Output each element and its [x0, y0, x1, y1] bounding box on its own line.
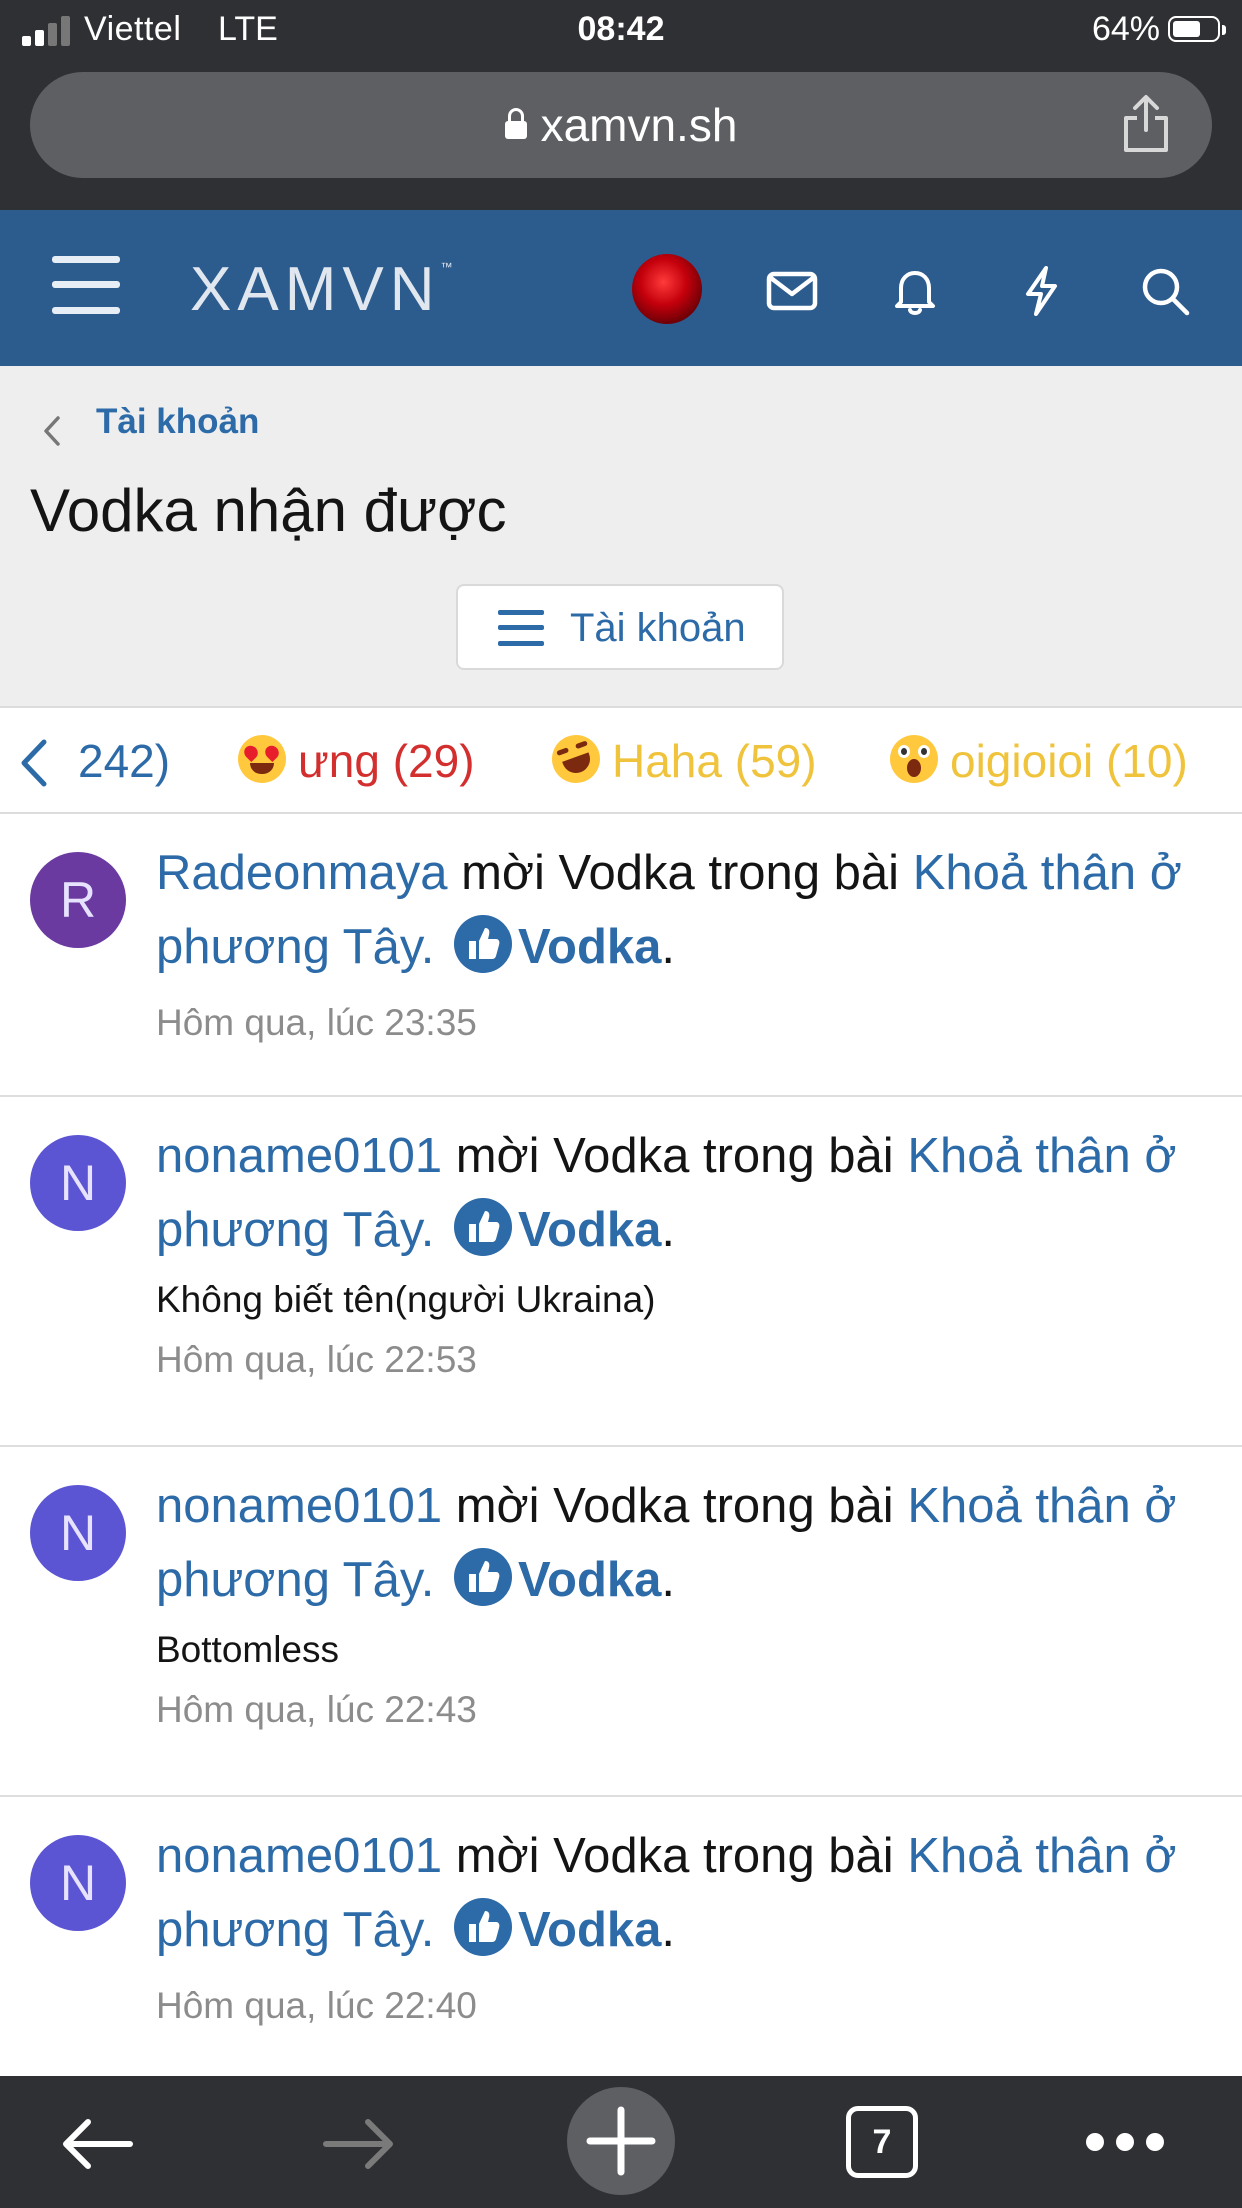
- reactor-name[interactable]: Vodka: [518, 1203, 661, 1257]
- alert-snippet: Bottomless: [156, 1629, 340, 1670]
- user-link[interactable]: noname0101: [156, 1479, 442, 1533]
- alert-time: Hôm qua, lúc 22:40: [156, 1985, 477, 2026]
- new-tab-plus-icon[interactable]: [566, 2086, 676, 2196]
- page-header: Tài khoản Vodka nhận được Tài khoản: [0, 366, 1242, 706]
- alert-time: Hôm qua, lúc 22:43: [156, 1689, 477, 1730]
- share-icon[interactable]: [1118, 94, 1174, 154]
- battery-percent: 64%: [1091, 10, 1160, 48]
- alert-snippet: Không biết tên(người Ukraina): [156, 1279, 656, 1320]
- tab-oigioioi[interactable]: oigioioi (10): [890, 734, 1188, 788]
- reactor-name[interactable]: Vodka: [518, 920, 661, 974]
- tabs-count-button[interactable]: 7: [846, 2106, 918, 2178]
- more-options-icon[interactable]: [1084, 2130, 1166, 2154]
- forward-arrow-icon[interactable]: [320, 2114, 398, 2174]
- browser-chrome-top: Viettel LTE 08:42 64% xamvn.sh: [0, 0, 1242, 210]
- tab-all[interactable]: 242): [78, 734, 170, 788]
- page-title: Vodka nhận được: [30, 477, 507, 544]
- status-bar: Viettel LTE 08:42 64%: [0, 0, 1242, 62]
- list-item[interactable]: N noname0101 mời Vodka trong bài Khoả th…: [0, 1797, 1242, 2077]
- status-time: 08:42: [577, 10, 665, 48]
- alert-action: mời Vodka trong bài: [442, 1829, 908, 1883]
- user-avatar[interactable]: [632, 254, 702, 324]
- battery-icon: [1168, 16, 1226, 42]
- alert-action: mời Vodka trong bài: [442, 1129, 908, 1183]
- alert-time: Hôm qua, lúc 23:35: [156, 1002, 477, 1043]
- lightning-icon[interactable]: [1014, 264, 1068, 318]
- avatar[interactable]: N: [30, 1135, 126, 1231]
- account-menu-label: Tài khoản: [570, 606, 746, 650]
- site-logo[interactable]: XAMVN™: [190, 254, 452, 325]
- like-icon: [453, 1548, 512, 1606]
- account-menu-button[interactable]: Tài khoản: [456, 584, 784, 670]
- list-item[interactable]: N noname0101 mời Vodka trong bài Khoả th…: [0, 1447, 1242, 1797]
- tab-ung[interactable]: ưng (29): [238, 734, 475, 788]
- address-bar[interactable]: xamvn.sh: [30, 72, 1212, 178]
- avatar[interactable]: R: [30, 852, 126, 948]
- user-link[interactable]: noname0101: [156, 1829, 442, 1883]
- user-link[interactable]: noname0101: [156, 1129, 442, 1183]
- reactor-name[interactable]: Vodka: [518, 1553, 661, 1607]
- like-icon: [453, 915, 512, 973]
- lock-icon: [504, 108, 527, 139]
- reactor-name[interactable]: Vodka: [518, 1903, 661, 1957]
- like-icon: [453, 1198, 512, 1256]
- chevron-left-icon[interactable]: [40, 414, 64, 448]
- reaction-tabs: 242) ưng (29) Haha (59) oigioioi (10): [0, 706, 1242, 814]
- alert-time: Hôm qua, lúc 22:53: [156, 1339, 477, 1380]
- like-icon: [453, 1898, 512, 1956]
- search-icon[interactable]: [1138, 264, 1192, 318]
- alert-action: mời Vodka trong bài: [442, 1479, 908, 1533]
- url-display[interactable]: xamvn.sh: [30, 98, 1212, 152]
- breadcrumb-account[interactable]: Tài khoản: [96, 402, 259, 442]
- laughing-emoji-icon: [545, 728, 607, 790]
- bell-icon[interactable]: [888, 264, 942, 318]
- heart-eyes-emoji-icon: [238, 735, 286, 783]
- chevron-left-icon[interactable]: [16, 736, 52, 790]
- wow-emoji-icon: [890, 735, 938, 783]
- back-arrow-icon[interactable]: [58, 2114, 136, 2174]
- alert-action: mời Vodka trong bài: [447, 846, 913, 900]
- user-link[interactable]: Radeonmaya: [156, 846, 447, 900]
- site-header: XAMVN™: [0, 210, 1242, 366]
- tab-haha[interactable]: Haha (59): [545, 728, 817, 790]
- mail-icon[interactable]: [765, 264, 819, 318]
- list-menu-icon: [498, 610, 544, 646]
- alert-list: R Radeonmaya mời Vodka trong bài Khoả th…: [0, 814, 1242, 2077]
- menu-icon[interactable]: [52, 256, 120, 314]
- list-item[interactable]: N noname0101 mời Vodka trong bài Khoả th…: [0, 1097, 1242, 1447]
- browser-toolbar: 7: [0, 2076, 1242, 2208]
- list-item[interactable]: R Radeonmaya mời Vodka trong bài Khoả th…: [0, 814, 1242, 1097]
- avatar[interactable]: N: [30, 1835, 126, 1931]
- url-text: xamvn.sh: [540, 99, 738, 151]
- avatar[interactable]: N: [30, 1485, 126, 1581]
